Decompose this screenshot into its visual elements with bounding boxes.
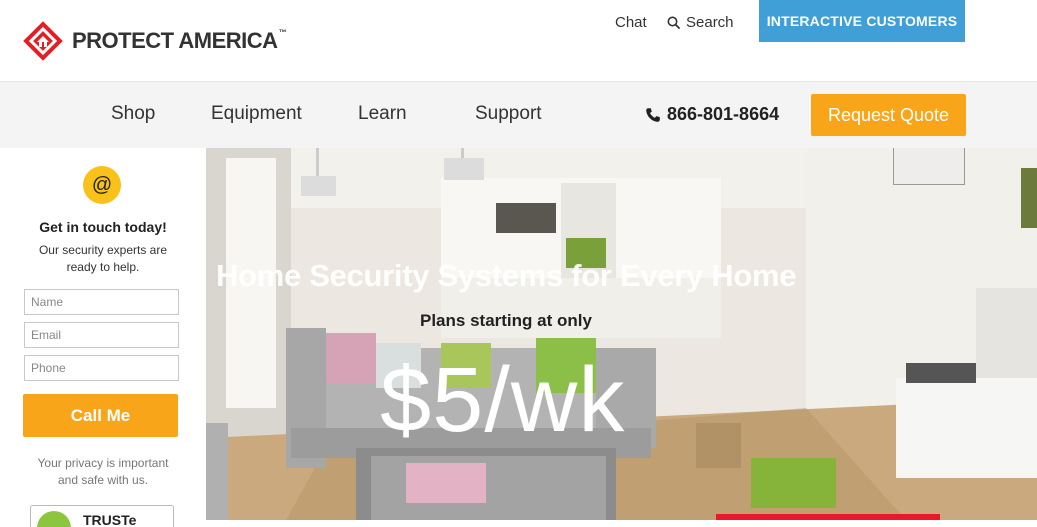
logo-diamond-icon [20, 18, 66, 64]
top-header: PROTECT AMERICA™ Chat Search INTERACTIVE… [0, 0, 1037, 82]
privacy-note: Your privacy is important and safe with … [37, 456, 169, 487]
email-field[interactable] [24, 322, 179, 348]
name-field[interactable] [24, 289, 179, 315]
nav-item-equipment[interactable]: Equipment [211, 103, 302, 125]
truste-check-icon [37, 511, 71, 527]
brand-name: PROTECT AMERICA™ [72, 28, 287, 53]
contact-heading: Get in touch today! [39, 219, 167, 235]
living-room-photo [206, 148, 1037, 520]
contact-sidebar: @ Get in touch today! Our security exper… [0, 148, 206, 527]
main-nav: Shop Equipment Learn Support 866-801-866… [0, 82, 1037, 148]
search-icon [667, 16, 680, 29]
phone-number-link[interactable]: 866-801-8664 [645, 104, 779, 125]
hero-banner[interactable]: Home Security Systems for Every Home Pla… [206, 148, 1037, 520]
contact-subtext: Our security experts are ready to help. [38, 243, 168, 274]
slider-control[interactable] [893, 148, 965, 185]
request-quote-button[interactable]: Request Quote [811, 94, 966, 136]
nav-item-learn[interactable]: Learn [358, 103, 407, 125]
interactive-customers-button[interactable]: INTERACTIVE CUSTOMERS [759, 0, 965, 42]
phone-field[interactable] [24, 355, 179, 381]
hero-price: $5/wk [380, 349, 626, 451]
nav-item-support[interactable]: Support [475, 103, 542, 125]
truste-badge[interactable]: TRUSTe [30, 505, 174, 527]
search-label: Search [686, 14, 734, 31]
promo-strip[interactable] [716, 514, 940, 520]
hero-subtitle: Plans starting at only [420, 311, 592, 330]
at-icon: @ [83, 166, 121, 204]
nav-item-shop[interactable]: Shop [111, 103, 155, 125]
hero-title: Home Security Systems for Every Home [216, 258, 797, 293]
call-me-button[interactable]: Call Me [23, 394, 178, 437]
search-link[interactable]: Search [667, 14, 734, 31]
phone-icon [646, 107, 660, 122]
chat-link[interactable]: Chat [615, 14, 647, 31]
phone-number: 866-801-8664 [667, 104, 780, 124]
brand-logo[interactable]: PROTECT AMERICA™ [20, 18, 287, 64]
